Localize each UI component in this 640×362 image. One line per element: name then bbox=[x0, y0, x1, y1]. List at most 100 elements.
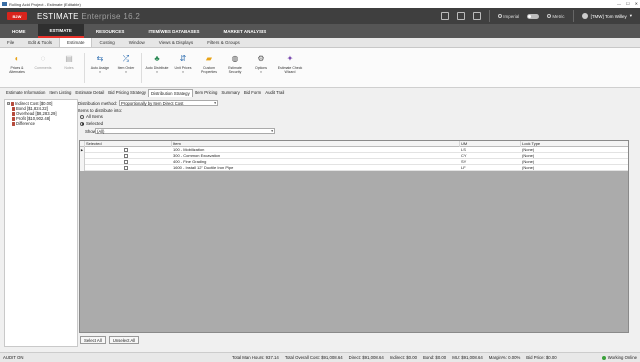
custom-properties-button[interactable]: ▰ Custom Properties bbox=[196, 48, 222, 87]
imperial-text: Imperial bbox=[503, 13, 520, 19]
total-overall-cost: Total Overall Cost: $91,008.64 bbox=[284, 355, 343, 360]
folder-icon bbox=[12, 116, 15, 121]
notes-icon: ▤ bbox=[65, 54, 73, 63]
estimate-security-button[interactable]: ◍ Estimate Security bbox=[222, 48, 248, 87]
radio-icon bbox=[80, 114, 84, 119]
b2w-logo: B2W bbox=[7, 12, 27, 20]
unit-prices-button[interactable]: ⇵ Unit Prices ▾ bbox=[170, 48, 196, 87]
nav-item-wbs-databases[interactable]: ITEM/WBS DATABASES bbox=[136, 24, 211, 38]
nav-resources[interactable]: RESOURCES bbox=[84, 24, 137, 38]
calculator-icon[interactable] bbox=[457, 12, 466, 20]
button-label: Comments bbox=[34, 66, 52, 70]
subtab-item-listing[interactable]: Item Listing bbox=[47, 89, 73, 97]
estimate-check-wizard-button[interactable]: ✦ Estimate Check Wizard bbox=[274, 48, 306, 87]
nav-market-analysis[interactable]: MARKET ANALYSIS bbox=[212, 24, 279, 38]
maximize-icon[interactable]: ☐ bbox=[626, 1, 630, 6]
options-button[interactable]: ⚙ Options ▾ bbox=[248, 48, 274, 87]
close-icon[interactable]: ✕ bbox=[635, 1, 638, 6]
window-controls: — ☐ ✕ bbox=[617, 1, 638, 6]
show-filter-value: (All) bbox=[97, 129, 105, 134]
tab-estimate[interactable]: Estimate bbox=[58, 38, 93, 47]
tab-file[interactable]: File bbox=[0, 38, 21, 47]
distribution-panel: Distribution method: Proportionally by I… bbox=[78, 97, 636, 347]
tab-views-displays[interactable]: Views & Displays bbox=[152, 38, 200, 47]
comments-button[interactable]: ◌ Comments bbox=[30, 48, 56, 87]
distribution-method-value: Proportionally by Item Direct Cost bbox=[121, 101, 184, 106]
product-edition: Enterprise 16.2 bbox=[81, 11, 141, 21]
tab-costing[interactable]: Costing bbox=[92, 38, 121, 47]
brand-bar: B2W ESTIMATE Enterprise 16.2 Imperial Me… bbox=[0, 8, 640, 24]
tab-filters-groups[interactable]: Filters & Groups bbox=[200, 38, 247, 47]
subtab-bid-form[interactable]: Bid Form bbox=[242, 89, 263, 97]
all-items-radio[interactable]: All Items bbox=[80, 114, 103, 119]
subtab-item-pricing[interactable]: Item Pricing bbox=[193, 89, 220, 97]
chevron-down-icon: ▾ bbox=[182, 70, 184, 74]
lock-type-cell[interactable]: (None) bbox=[521, 165, 534, 171]
indirect-cost: Indirect: $0.00 bbox=[389, 355, 417, 360]
auto-distribute-icon: ♣ bbox=[154, 54, 160, 63]
button-label: Prices & Alternates bbox=[9, 66, 25, 74]
tree-node[interactable]: Difference bbox=[7, 121, 75, 126]
subtab-summary[interactable]: Summary bbox=[219, 89, 241, 97]
auto-assign-button[interactable]: ⇆ Auto Assign ▾ bbox=[87, 48, 113, 87]
selected-radio[interactable]: Selected bbox=[80, 121, 103, 126]
item-order-button[interactable]: ⤮ Item Order ▾ bbox=[113, 48, 139, 87]
margin-percent: Margin%: 0.00% bbox=[488, 355, 521, 360]
subtab-estimate-detail[interactable]: Estimate Detail bbox=[73, 89, 106, 97]
online-icon bbox=[601, 355, 606, 360]
button-label: Estimate Check Wizard bbox=[277, 66, 303, 74]
subtab-audit-trail[interactable]: Audit Trail bbox=[263, 89, 286, 97]
select-all-button[interactable]: Select All bbox=[80, 336, 106, 344]
minimize-icon[interactable]: — bbox=[617, 1, 621, 6]
ribbon-divider bbox=[141, 53, 142, 83]
unit-toggle[interactable] bbox=[527, 13, 540, 19]
row-checkbox[interactable] bbox=[124, 166, 128, 170]
audit-status: AUDIT ON bbox=[3, 355, 24, 360]
online-label: Working Online bbox=[607, 355, 637, 360]
app-icon bbox=[2, 2, 7, 6]
total-man-hours: Total Man Hours: 937.14 bbox=[232, 355, 279, 360]
collapse-icon[interactable]: − bbox=[7, 102, 10, 105]
ribbon-divider bbox=[84, 53, 85, 83]
auto-assign-icon: ⇆ bbox=[96, 54, 104, 63]
tab-edit-tools[interactable]: Edit & Tools bbox=[21, 38, 59, 47]
unselect-all-button[interactable]: Unselect All bbox=[108, 336, 140, 344]
show-filter-select[interactable]: (All) ▾ bbox=[95, 128, 275, 134]
distribution-method-select[interactable]: Proportionally by Item Direct Cost ▾ bbox=[119, 100, 218, 106]
subtab-bid-pricing-strategy[interactable]: Bid Pricing Strategy bbox=[106, 89, 148, 97]
chevron-down-icon: ▾ bbox=[99, 70, 101, 74]
prices-alternates-button[interactable]: ◐ Prices & Alternates bbox=[4, 48, 30, 87]
layout-icon[interactable] bbox=[473, 12, 482, 20]
nav-estimate[interactable]: ESTIMATE bbox=[37, 24, 84, 38]
tab-window[interactable]: Window bbox=[122, 38, 152, 47]
row-checkbox[interactable] bbox=[124, 160, 128, 164]
metric-text: Metric bbox=[552, 13, 565, 19]
metric-label[interactable]: Metric bbox=[547, 13, 565, 19]
divider bbox=[572, 10, 574, 22]
auto-distribute-button[interactable]: ♣ Auto Distribute ▾ bbox=[144, 48, 170, 87]
product-name: ESTIMATE bbox=[37, 11, 79, 21]
subtab-estimate-information[interactable]: Estimate Information bbox=[4, 89, 47, 97]
user-menu[interactable]: [TMW] Tom Willey ▾ bbox=[581, 13, 632, 19]
ribbon-tabs: File Edit & Tools Estimate Costing Windo… bbox=[0, 38, 640, 48]
folder-icon bbox=[11, 101, 14, 106]
user-icon bbox=[581, 13, 588, 19]
folder-icon bbox=[12, 121, 15, 126]
user-name: [TMW] Tom Willey bbox=[590, 13, 627, 19]
nav-home[interactable]: HOME bbox=[0, 24, 38, 38]
notes-button[interactable]: ▤ Notes bbox=[56, 48, 82, 87]
button-label: Custom Properties bbox=[201, 66, 217, 74]
row-checkbox[interactable] bbox=[124, 148, 128, 152]
direct-cost: Direct: $91,008.64 bbox=[348, 355, 384, 360]
subtab-distribution-strategy[interactable]: Distribution Strategy bbox=[148, 88, 193, 97]
tree-node-label: Difference bbox=[16, 121, 36, 126]
items-grid: Selected Item UM Lock Type ▶ 100 - Mobil… bbox=[79, 140, 629, 333]
row-checkbox[interactable] bbox=[124, 154, 128, 158]
help-icon[interactable] bbox=[441, 12, 450, 20]
item-order-icon: ⤮ bbox=[122, 54, 130, 63]
distribution-tree: − Indirect Cost [$0.00] Bond [$1,824.22]… bbox=[4, 99, 78, 347]
table-row[interactable]: 1600 - Install 12" Ductile Iron Pipe LF … bbox=[80, 165, 628, 171]
wizard-icon: ✦ bbox=[286, 54, 294, 63]
imperial-label[interactable]: Imperial bbox=[498, 14, 519, 19]
folder-icon bbox=[12, 111, 15, 116]
